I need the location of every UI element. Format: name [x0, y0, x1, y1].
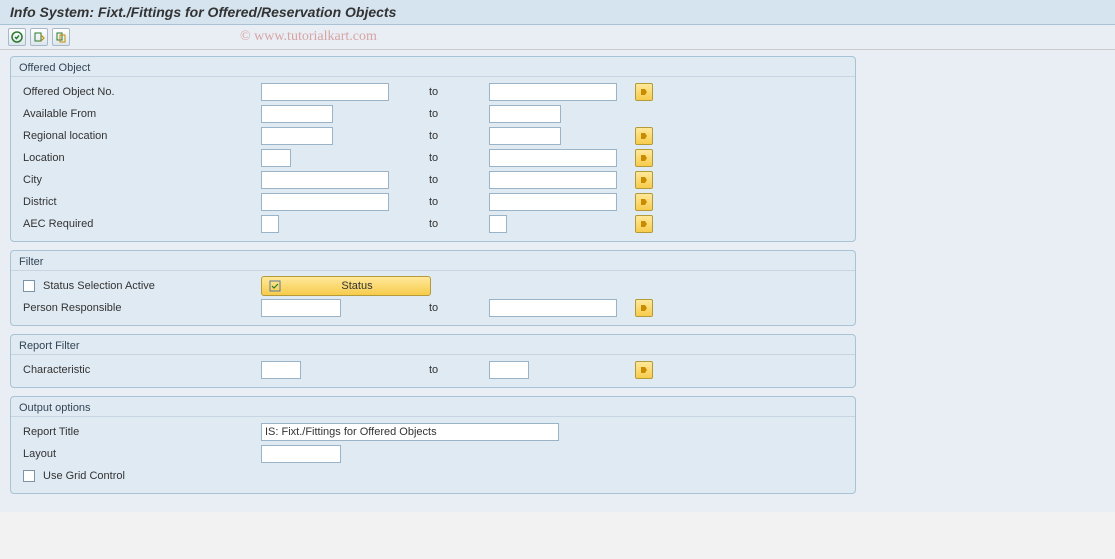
input-report-title[interactable]: [261, 423, 559, 441]
to-label: to: [389, 108, 489, 120]
input-offered-object-no-from[interactable]: [261, 83, 389, 101]
checkbox-status-selection[interactable]: [23, 280, 35, 292]
label-location: Location: [23, 152, 261, 164]
to-label: to: [389, 302, 489, 314]
multi-select-district[interactable]: [635, 193, 653, 211]
input-available-from-to[interactable]: [489, 105, 561, 123]
row-city: City to: [11, 169, 855, 191]
input-location-to[interactable]: [489, 149, 617, 167]
input-city-to[interactable]: [489, 171, 617, 189]
input-location-from[interactable]: [261, 149, 291, 167]
to-label: to: [389, 174, 489, 186]
label-person-responsible: Person Responsible: [23, 302, 261, 314]
page-title: Info System: Fixt./Fittings for Offered/…: [0, 0, 1115, 25]
save-variant-button[interactable]: [52, 28, 70, 46]
row-characteristic: Characteristic to: [11, 359, 855, 381]
input-layout[interactable]: [261, 445, 341, 463]
multi-select-regional-location[interactable]: [635, 127, 653, 145]
label-status-selection-text: Status Selection Active: [43, 280, 155, 292]
input-offered-object-no-to[interactable]: [489, 83, 617, 101]
multi-select-characteristic[interactable]: [635, 361, 653, 379]
to-label: to: [389, 152, 489, 164]
to-label: to: [389, 86, 489, 98]
row-status-selection: Status Selection Active Status: [11, 275, 855, 297]
row-aec-required: AEC Required to: [11, 213, 855, 235]
label-aec-required: AEC Required: [23, 218, 261, 230]
input-characteristic-from[interactable]: [261, 361, 301, 379]
multi-select-city[interactable]: [635, 171, 653, 189]
row-report-title: Report Title: [11, 421, 855, 443]
input-available-from-from[interactable]: [261, 105, 333, 123]
group-offered-object: Offered Object Offered Object No. to Ava…: [10, 56, 856, 242]
group-title-report-filter: Report Filter: [11, 337, 855, 355]
group-title-filter: Filter: [11, 253, 855, 271]
row-use-grid: Use Grid Control: [11, 465, 855, 487]
input-aec-required-to[interactable]: [489, 215, 507, 233]
checkbox-use-grid[interactable]: [23, 470, 35, 482]
row-person-responsible: Person Responsible to: [11, 297, 855, 319]
row-regional-location: Regional location to: [11, 125, 855, 147]
label-regional-location: Regional location: [23, 130, 261, 142]
row-offered-object-no: Offered Object No. to: [11, 81, 855, 103]
multi-select-offered-object-no[interactable]: [635, 83, 653, 101]
label-district: District: [23, 196, 261, 208]
status-button-label: Status: [290, 280, 424, 292]
group-report-filter: Report Filter Characteristic to: [10, 334, 856, 388]
watermark: © www.tutorialkart.com: [240, 29, 377, 45]
label-use-grid-text: Use Grid Control: [43, 470, 125, 482]
label-offered-object-no: Offered Object No.: [23, 86, 261, 98]
label-characteristic: Characteristic: [23, 364, 261, 376]
input-regional-location-from[interactable]: [261, 127, 333, 145]
label-city: City: [23, 174, 261, 186]
input-district-from[interactable]: [261, 193, 389, 211]
get-variant-button[interactable]: [30, 28, 48, 46]
input-person-responsible-to[interactable]: [489, 299, 617, 317]
multi-select-location[interactable]: [635, 149, 653, 167]
to-label: to: [389, 196, 489, 208]
row-layout: Layout: [11, 443, 855, 465]
status-select-icon: [268, 279, 282, 293]
label-status-selection: Status Selection Active: [23, 280, 261, 292]
input-characteristic-to[interactable]: [489, 361, 529, 379]
label-report-title: Report Title: [23, 426, 261, 438]
row-available-from: Available From to: [11, 103, 855, 125]
multi-select-aec-required[interactable]: [635, 215, 653, 233]
input-person-responsible-from[interactable]: [261, 299, 341, 317]
label-available-from: Available From: [23, 108, 261, 120]
to-label: to: [389, 130, 489, 142]
group-filter: Filter Status Selection Active Status Pe…: [10, 250, 856, 326]
to-label: to: [389, 218, 489, 230]
group-output-options: Output options Report Title Layout Use G…: [10, 396, 856, 494]
content-area: Offered Object Offered Object No. to Ava…: [0, 50, 1115, 512]
input-regional-location-to[interactable]: [489, 127, 561, 145]
group-title-offered: Offered Object: [11, 59, 855, 77]
status-button[interactable]: Status: [261, 276, 431, 296]
execute-button[interactable]: [8, 28, 26, 46]
label-use-grid: Use Grid Control: [23, 470, 261, 482]
input-district-to[interactable]: [489, 193, 617, 211]
to-label: to: [389, 364, 489, 376]
toolbar: © www.tutorialkart.com: [0, 25, 1115, 50]
input-aec-required-from[interactable]: [261, 215, 279, 233]
row-location: Location to: [11, 147, 855, 169]
label-layout: Layout: [23, 448, 261, 460]
multi-select-person-responsible[interactable]: [635, 299, 653, 317]
group-title-output: Output options: [11, 399, 855, 417]
row-district: District to: [11, 191, 855, 213]
input-city-from[interactable]: [261, 171, 389, 189]
